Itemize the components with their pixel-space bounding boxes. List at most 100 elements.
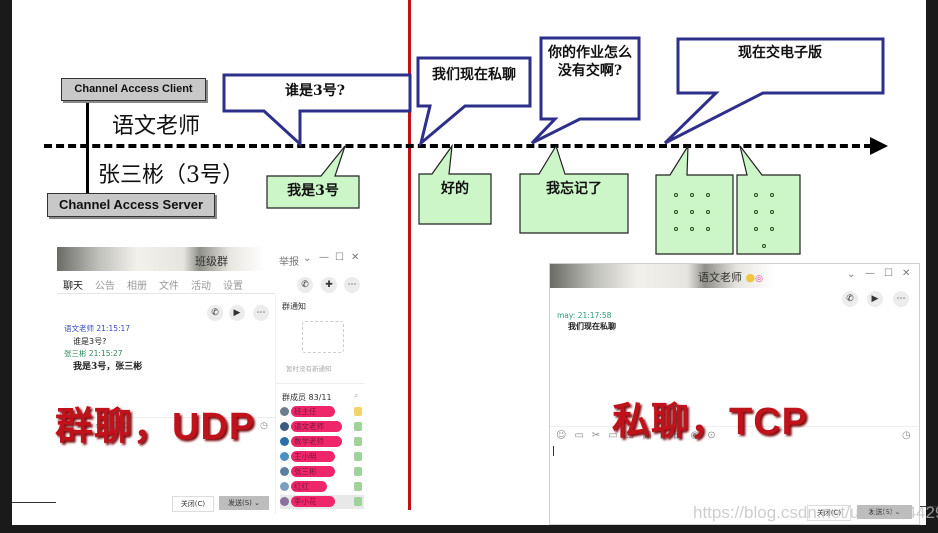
member-role-icon [354,452,362,461]
phone-icon[interactable]: ✆ [297,277,313,293]
tab-settings[interactable]: 设置 [223,281,243,292]
student-bubble-1-text: 我是3号 [287,183,339,199]
more-icon[interactable]: ⋯ [253,305,269,321]
avatar [280,497,289,506]
member-item[interactable]: 班主任 [280,405,364,419]
close-icon[interactable]: ✕ [351,252,359,263]
ellipsis-dot [690,193,694,197]
gif-icon[interactable]: ▭ [574,430,591,441]
tab-announcement[interactable]: 公告 [95,281,115,292]
message-meta: 张三彬 21:15:27 [64,348,123,359]
ellipsis-dot [674,210,678,214]
member-item[interactable]: 王小明 [280,450,364,464]
tab-activity[interactable]: 活动 [191,281,211,292]
close-button[interactable]: 关闭(C) [172,496,214,512]
watermark: https://blog.csdn.net/u013894429 [693,503,938,522]
ellipsis-dot [690,210,694,214]
member-name: 数学老师 [291,436,342,447]
member-name: 李小花 [291,496,335,507]
member-item[interactable]: 红红 [280,480,364,494]
member-role-icon [354,467,362,476]
avatar [280,452,289,461]
contact-name: 语文老师 [698,271,742,284]
member-count: 群成员 83/11 [282,393,332,402]
member-role-icon [354,422,362,431]
report-link[interactable]: 举报 [279,253,299,268]
dropdown-chevron-icon[interactable]: ⌄ [847,269,855,280]
scissors-icon[interactable]: ✂ [592,430,608,441]
avatar [280,467,289,476]
call-icon[interactable]: ✆ [842,291,858,307]
send-button[interactable]: 发送(S) ⌄ [219,496,269,510]
sender-name: 张三彬 [64,349,87,358]
maximize-icon[interactable]: ☐ [335,252,344,263]
call-icon[interactable]: ✆ [207,305,223,321]
ellipsis-dot [706,227,710,231]
notice-title: 群通知 [282,302,306,311]
student-bubble-5-dots [754,193,774,248]
avatar [280,407,289,416]
teacher-bubble-3-text: 你的作业怎么没有交啊? [548,45,632,79]
message-time: 21:17:58 [577,311,612,320]
notice-empty-text: 暂时没有新通知 [286,365,332,373]
tab-album[interactable]: 相册 [127,281,147,292]
group-sidebar: 群通知 暂时没有新通知 群成员 83/11 ⌕ 班主任语文老师数学老师王小明 张三… [275,295,365,514]
search-icon[interactable]: ⌕ [354,391,358,401]
tabs-divider [57,293,275,294]
udp-label: 群聊，UDP [55,406,256,448]
ellipsis-dot [762,244,766,248]
ellipsis-dot [706,193,710,197]
sender-name: 语文老师 [64,324,94,333]
message-text: 我们现在私聊 [568,321,616,331]
message-text: 谁是3号? [73,337,107,346]
vip-badge-icon: ● [745,271,756,284]
member-item[interactable]: 数学老师 [280,435,364,449]
more-icon[interactable]: ⋯ [344,277,360,293]
ellipsis-dot [770,227,774,231]
ellipsis-dot [754,210,758,214]
message-time: 21:15:17 [96,324,131,333]
emoji-icon[interactable]: ☺ [556,430,574,441]
member-item[interactable]: 张三彬 [280,465,364,479]
minimize-icon[interactable]: — [319,252,329,263]
sidebar-divider [276,383,365,384]
ellipsis-dot [706,210,710,214]
member-item[interactable]: 语文老师 [280,420,364,434]
member-role-icon [354,407,362,416]
message-meta: may: 21:17:58 [557,311,612,320]
member-role-icon [354,437,362,446]
group-chat-window: 班级群 举报 ⌄ — ☐ ✕ 聊天 公告 相册 文件 活动 设置 ✆ ✚ ⋯ ✆ ▶ ⋯ … [57,247,365,514]
notice-empty-icon [302,321,344,353]
history-icon[interactable]: ◷ [260,421,274,431]
window-banner [57,247,287,271]
video-icon[interactable]: ▶ [867,291,883,307]
member-name: 语文老师 [291,421,342,432]
maximize-icon[interactable]: ☐ [884,268,893,279]
student-bubble-4-dots [674,193,710,231]
member-name: 班主任 [291,406,335,417]
avatar [280,437,289,446]
more-icon[interactable]: ⋯ [893,291,909,307]
tab-files[interactable]: 文件 [159,281,179,292]
send-label: 发送(S) [228,499,252,507]
dropdown-chevron-icon[interactable]: ⌄ [303,253,311,264]
window-title: 班级群 [195,255,228,268]
history-icon[interactable]: ◷ [902,430,917,441]
member-role-icon [354,482,362,491]
ellipsis-dot [754,193,758,197]
group-tabs: 聊天 公告 相册 文件 活动 设置 [63,277,255,292]
tab-chat[interactable]: 聊天 [63,281,83,292]
member-item[interactable]: 李小花 [280,495,364,509]
video-icon[interactable]: ▶ [229,305,245,321]
sender-name: may [557,311,573,320]
close-icon[interactable]: ✕ [902,268,910,279]
student-bubble-3-text: 我忘记了 [546,181,602,197]
ellipsis-dot [754,227,758,231]
message-input[interactable] [553,444,913,499]
message-meta: 语文老师 21:15:17 [64,323,130,334]
window-title: 语文老师 ●◎ [698,269,763,285]
minimize-icon[interactable]: — [865,268,875,279]
ellipsis-dot [770,210,774,214]
link-badge-icon: ◎ [755,274,763,284]
message-add-icon[interactable]: ✚ [321,277,337,293]
